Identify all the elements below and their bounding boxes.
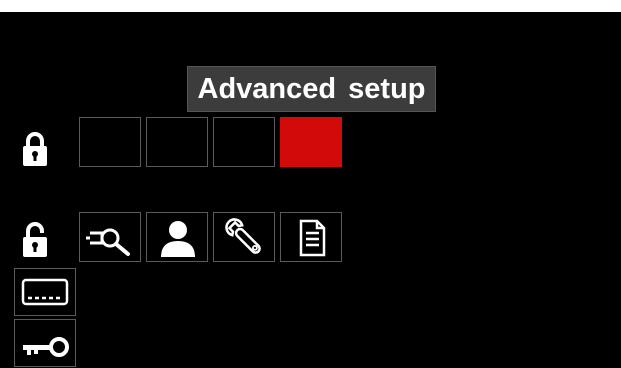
locked-slot-2[interactable]	[146, 117, 208, 167]
lock-closed-icon	[22, 131, 48, 167]
page-title: Advanced setup	[187, 66, 436, 112]
document-button[interactable]	[280, 212, 342, 262]
wrench-button[interactable]	[213, 212, 275, 262]
key-button[interactable]	[14, 319, 76, 367]
locked-slot-4-selected[interactable]	[280, 117, 342, 167]
user-button[interactable]	[146, 212, 208, 262]
locked-slot-3[interactable]	[213, 117, 275, 167]
display-button[interactable]	[14, 268, 76, 316]
top-strip	[0, 0, 621, 12]
lock-open-icon	[22, 222, 48, 258]
locked-slot-1[interactable]	[79, 117, 141, 167]
inspect-button[interactable]	[79, 212, 141, 262]
